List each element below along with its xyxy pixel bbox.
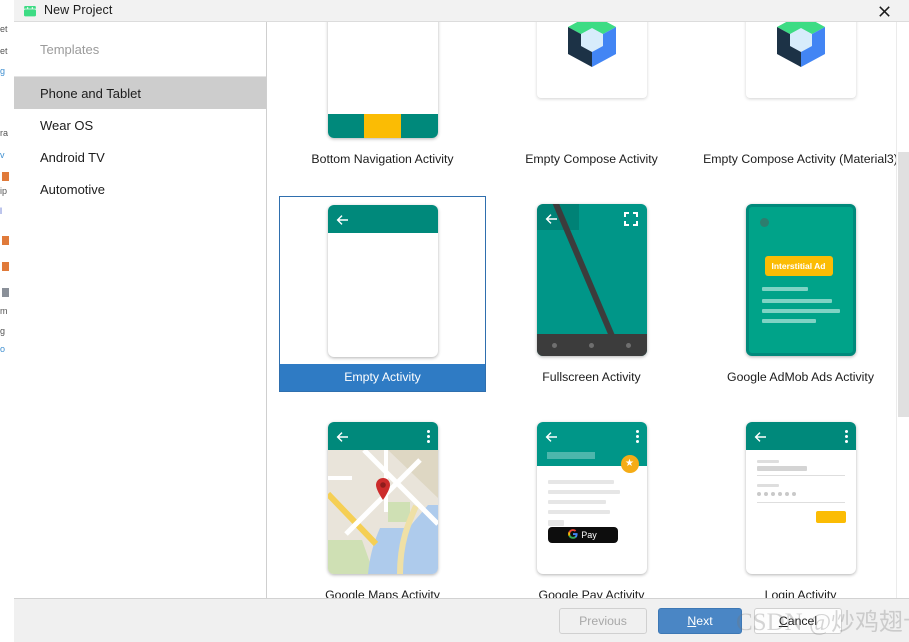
sidebar-item-automotive[interactable]: Automotive — [14, 173, 266, 205]
sidebar-item-android-tv[interactable]: Android TV — [14, 141, 266, 173]
template-label: Google AdMob Ads Activity — [727, 370, 874, 384]
template-label: Google Maps Activity — [325, 588, 440, 598]
sidebar-item-phone-and-tablet[interactable]: Phone and Tablet — [14, 77, 266, 109]
admob-activity-thumbnail: Interstitial Ad — [745, 204, 856, 356]
google-pay-button: Pay — [547, 526, 618, 544]
template-card-google-pay-activity[interactable]: ★ Pay Google Pay Activity — [477, 414, 686, 598]
jetpack-compose-logo-icon — [536, 22, 647, 98]
template-label: Empty Compose Activity (Material3) — [703, 152, 898, 166]
empty-activity-thumbnail — [327, 205, 438, 357]
next-button[interactable]: Next — [658, 608, 742, 634]
login-submit-button — [815, 511, 846, 523]
close-icon[interactable] — [867, 0, 901, 22]
dialog-footer: Previous Next Cancel — [14, 598, 909, 642]
fullscreen-expand-icon — [623, 212, 638, 226]
template-thumbnail: Interstitial Ad — [697, 196, 904, 364]
dialog-titlebar: New Project — [14, 0, 909, 22]
back-arrow-icon — [336, 430, 349, 442]
previous-button-label: Previous — [579, 614, 627, 628]
cancel-button[interactable]: Cancel — [754, 608, 842, 634]
cancel-button-label: Cancel — [778, 614, 818, 628]
template-card-fullscreen-activity[interactable]: Fullscreen Activity — [477, 196, 686, 414]
template-label: Empty Compose Activity — [525, 152, 658, 166]
overflow-menu-icon — [426, 430, 430, 443]
android-robot-icon — [22, 2, 38, 17]
template-thumbnail — [280, 197, 485, 364]
template-label: Login Activity — [764, 588, 837, 598]
back-arrow-icon — [545, 212, 558, 224]
template-card-google-maps-activity[interactable]: Google Maps Activity — [268, 414, 477, 598]
template-thumbnail: ★ Pay — [488, 414, 695, 582]
template-thumbnail — [279, 22, 486, 146]
google-maps-activity-thumbnail — [327, 422, 438, 574]
interstitial-ad-badge: Interstitial Ad — [764, 256, 833, 276]
template-thumbnail — [488, 196, 695, 364]
dialog-window: New Project Templates Phone and Tablet W… — [14, 0, 909, 642]
sidebar-item-label: Phone and Tablet — [40, 85, 141, 101]
google-g-icon — [568, 526, 578, 544]
sidebar-item-wear-os[interactable]: Wear OS — [14, 109, 266, 141]
google-pay-activity-thumbnail: ★ Pay — [536, 422, 647, 574]
sidebar-item-label: Automotive — [40, 181, 106, 197]
template-label: Empty Activity — [280, 364, 485, 391]
templates-grid: Bottom Navigation Activity Empty Compose… — [268, 22, 898, 598]
templates-row: Google Maps Activity ★ Pay Google Pay Ac… — [268, 414, 895, 598]
template-card-bottom-navigation-activity[interactable]: Bottom Navigation Activity — [268, 22, 477, 196]
sidebar-item-label: Android TV — [40, 149, 105, 165]
template-card-empty-compose-activity[interactable]: Empty Compose Activity — [477, 22, 686, 196]
background-ide-sliver: et et g ra v ip l m g o — [0, 0, 14, 642]
overflow-menu-icon — [635, 430, 639, 443]
template-label: Google Pay Activity — [538, 588, 645, 598]
template-card-google-admob-ads-activity[interactable]: Interstitial Ad Google AdMob Ads Activit… — [686, 196, 895, 414]
template-card-empty-activity[interactable]: Empty Activity — [268, 196, 486, 414]
template-card-login-activity[interactable]: Login Activity — [686, 414, 895, 598]
overflow-menu-icon — [844, 430, 848, 443]
map-preview — [327, 450, 438, 574]
template-thumbnail — [279, 414, 486, 582]
next-button-label: Next — [687, 614, 713, 628]
templates-row: Empty Activity Fullscreen Activity Inter… — [268, 196, 895, 414]
star-fab-icon: ★ — [620, 455, 639, 473]
bottom-navigation-thumbnail — [327, 22, 438, 138]
scrollbar-thumb[interactable] — [898, 152, 909, 417]
back-arrow-icon — [336, 213, 349, 225]
template-thumbnail — [697, 414, 904, 582]
sidebar-item-label: Wear OS — [40, 117, 94, 133]
templates-panel: Bottom Navigation Activity Empty Compose… — [268, 22, 909, 598]
dialog-title: New Project — [44, 3, 113, 17]
back-arrow-icon — [754, 430, 767, 442]
jetpack-compose-logo-icon — [745, 22, 856, 98]
fullscreen-activity-thumbnail — [536, 204, 647, 356]
previous-button[interactable]: Previous — [559, 608, 647, 634]
templates-row: Bottom Navigation Activity Empty Compose… — [268, 22, 898, 196]
templates-scrollbar[interactable] — [896, 22, 909, 598]
sidebar-header: Templates — [14, 22, 266, 77]
new-project-dialog-screen: et et g ra v ip l m g o New Project Temp… — [0, 0, 909, 642]
templates-sidebar: Templates Phone and Tablet Wear OS Andro… — [14, 22, 267, 598]
template-label: Bottom Navigation Activity — [311, 152, 454, 166]
template-label: Fullscreen Activity — [542, 370, 641, 384]
template-card-empty-compose-activity-material3[interactable]: Empty Compose Activity (Material3) — [686, 22, 898, 196]
template-thumbnail — [697, 22, 904, 146]
login-activity-thumbnail — [745, 422, 856, 574]
back-arrow-icon — [545, 430, 558, 442]
google-pay-button-label: Pay — [581, 530, 597, 540]
template-thumbnail — [488, 22, 695, 146]
